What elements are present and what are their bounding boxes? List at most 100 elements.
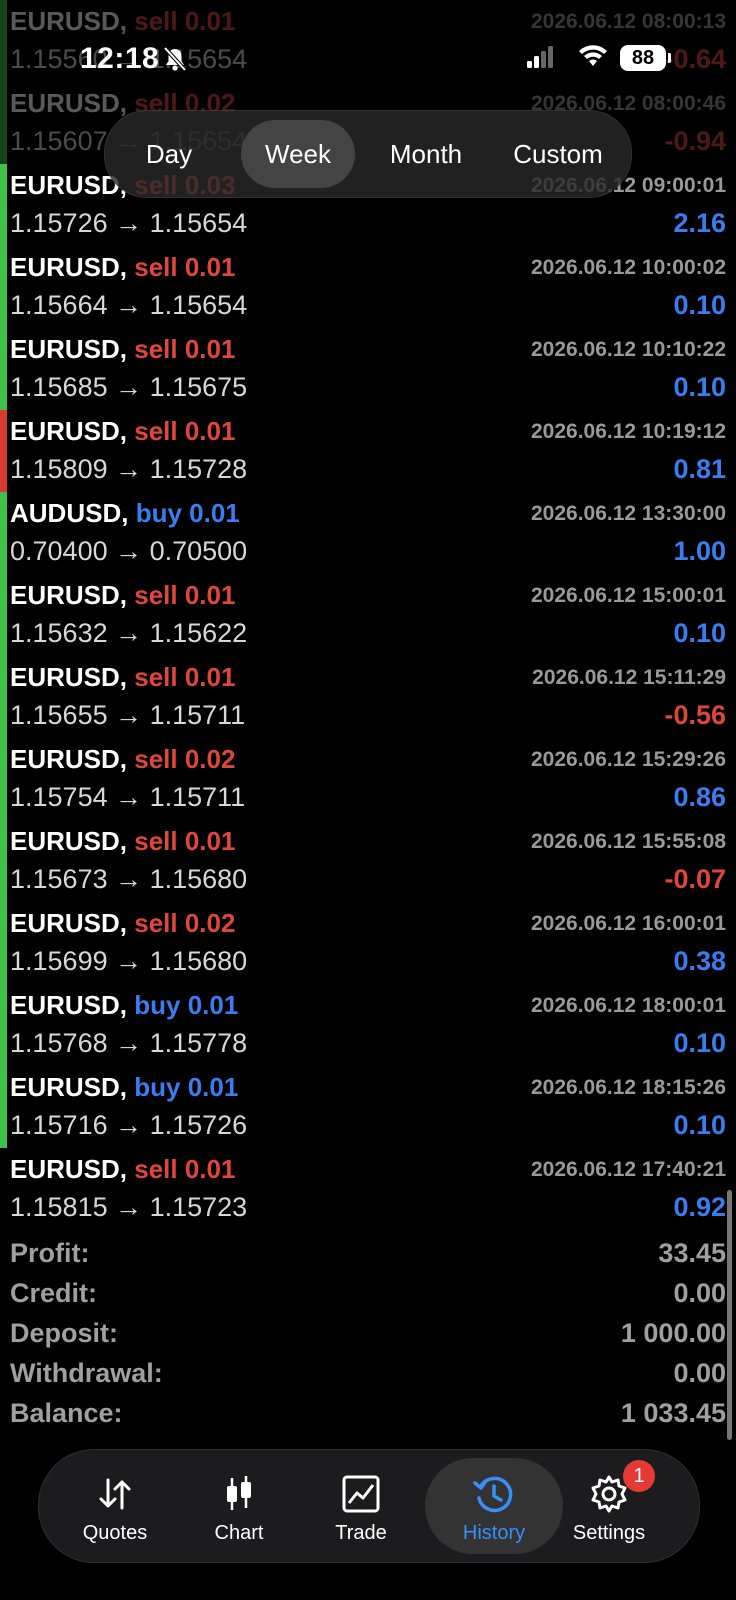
deal-symbol-name: EURUSD, [10,1154,128,1184]
deal-side: buy 0.01 [135,498,240,528]
deal-time: 2026.06.12 10:19:12 [531,420,726,443]
battery-cap [668,53,671,63]
summary-balance: Balance: 1 033.45 [0,1398,736,1438]
summary-value: 1 033.45 [620,1398,726,1428]
deal-symbol: EURUSD, buy 0.01 [10,990,238,1021]
summary-label: Balance: [10,1398,123,1428]
deal-side: sell 0.02 [134,908,236,938]
deal-symbol: EURUSD, sell 0.02 [10,908,235,939]
deal-symbol-name: EURUSD, [10,744,128,774]
deal-side-bar [0,984,7,1066]
deal-time: 2026.06.12 15:29:26 [531,748,726,771]
bottom-tab-bar[interactable]: Quotes Chart Trade History Settings 1 [38,1449,700,1563]
deal-row[interactable]: EURUSD, sell 0.01 2026.06.12 15:00:01 1.15… [0,574,736,656]
summary-label: Deposit: [10,1318,118,1348]
tab-chart[interactable]: Chart [179,1450,299,1562]
notification-badge: 1 [623,1460,655,1492]
history-clock-icon [425,1472,563,1516]
deal-row[interactable]: AUDUSD, buy 0.01 2026.06.12 13:30:00 0.704… [0,492,736,574]
summary-label: Profit: [10,1238,90,1268]
tab-label: Quotes [82,1522,148,1544]
deal-profit: 0.92 [673,1192,726,1222]
tab-history[interactable]: History [425,1458,563,1554]
tab-label: Settings [572,1522,646,1544]
deal-row[interactable]: EURUSD, sell 0.01 2026.06.12 10:00:02 1.15… [0,246,736,328]
summary-deposit: Deposit: 1 000.00 [0,1318,736,1358]
deal-prices: 1.15655 → 1.15711 [10,700,246,730]
deal-time: 2026.06.12 13:30:00 [531,502,726,525]
summary-credit: Credit: 0.00 [0,1278,736,1318]
deal-side-bar [0,492,7,574]
deal-row[interactable]: EURUSD, sell 0.02 2026.06.12 16:00:01 1.15… [0,902,736,984]
summary-value: 0.00 [673,1278,726,1308]
deal-time: 2026.06.12 15:11:29 [532,666,726,689]
deal-prices: 1.15809 → 1.15728 [10,454,248,484]
deal-profit: 0.10 [673,618,726,648]
deal-prices: 1.15632 → 1.15622 [10,618,248,648]
deal-profit: 2.16 [673,208,726,238]
cellular-signal-icon [527,46,553,73]
summary-label: Credit: [10,1278,97,1308]
deal-time: 2026.06.12 15:00:01 [531,584,726,607]
deal-symbol: EURUSD, sell 0.01 [10,826,235,857]
deal-symbol-name: EURUSD, [10,580,128,610]
deal-row[interactable]: EURUSD, sell 0.02 2026.06.12 15:29:26 1.15… [0,738,736,820]
deal-symbol: EURUSD, sell 0.01 [10,580,235,611]
deal-prices: 1.15673 → 1.15680 [10,864,248,894]
tab-week[interactable]: Week [241,120,355,188]
deal-side-bar [0,738,7,820]
trade-chart-icon [301,1472,421,1516]
deal-time: 2026.06.12 18:15:26 [531,1076,726,1099]
tab-month[interactable]: Month [375,120,477,188]
tab-label: History [462,1522,526,1544]
deal-time: 2026.06.12 10:10:22 [531,338,726,361]
deal-side: sell 0.01 [134,334,236,364]
tab-quotes[interactable]: Quotes [55,1450,175,1562]
deal-row[interactable]: EURUSD, sell 0.01 2026.06.12 10:10:22 1.15… [0,328,736,410]
deal-profit: 0.38 [673,946,726,976]
deal-profit: 0.86 [673,782,726,812]
deal-side: buy 0.01 [134,1072,239,1102]
deal-symbol-name: AUDUSD, [10,498,129,528]
period-selector[interactable]: Day Week Month Custom [104,110,632,198]
deal-time: 2026.06.12 16:00:01 [531,912,726,935]
deal-profit: 1.00 [673,536,726,566]
deal-side-bar [0,574,7,656]
battery-indicator: 88 [620,45,666,71]
deal-profit: 0.10 [673,1028,726,1058]
deal-side: sell 0.01 [134,580,236,610]
deal-row[interactable]: EURUSD, sell 0.01 2026.06.12 17:40:21 1.15… [0,1148,736,1230]
tab-trade[interactable]: Trade [301,1450,421,1562]
tab-day[interactable]: Day [119,120,219,188]
deal-row[interactable]: EURUSD, sell 0.01 2026.06.12 15:11:29 1.15… [0,656,736,738]
deal-side-bar [0,164,7,246]
summary-withdrawal: Withdrawal: 0.00 [0,1358,736,1398]
summary-value: 1 000.00 [620,1318,726,1348]
status-bar: 12:18 88 [0,0,736,118]
deal-side-bar [0,656,7,738]
deal-symbol: EURUSD, sell 0.01 [10,416,235,447]
deal-symbol: EURUSD, sell 0.02 [10,744,235,775]
deal-row[interactable]: EURUSD, buy 0.01 2026.06.12 18:15:26 1.157… [0,1066,736,1148]
deal-side-bar [0,328,7,410]
deal-symbol-name: EURUSD, [10,908,128,938]
summary-label: Withdrawal: [10,1358,163,1388]
deal-side-bar [0,902,7,984]
scrollbar[interactable] [727,1190,732,1440]
deal-profit: 0.10 [673,1110,726,1140]
deal-row[interactable]: EURUSD, sell 0.01 2026.06.12 10:19:12 1.15… [0,410,736,492]
deal-prices: 1.15815 → 1.15723 [10,1192,248,1222]
summary-value: 0.00 [673,1358,726,1388]
tab-settings[interactable]: Settings 1 [549,1450,669,1562]
deal-row[interactable]: EURUSD, buy 0.01 2026.06.12 18:00:01 1.157… [0,984,736,1066]
deal-row[interactable]: EURUSD, sell 0.01 2026.06.12 15:55:08 1.15… [0,820,736,902]
deal-symbol: EURUSD, sell 0.01 [10,252,235,283]
deal-time: 2026.06.12 18:00:01 [531,994,726,1017]
tab-custom[interactable]: Custom [497,120,619,188]
deal-symbol-name: EURUSD, [10,334,128,364]
deal-symbol: EURUSD, sell 0.01 [10,1154,235,1185]
deal-symbol-name: EURUSD, [10,252,128,282]
deal-prices: 1.15699 → 1.15680 [10,946,248,976]
deal-prices: 1.15768 → 1.15778 [10,1028,248,1058]
summary-value: 33.45 [658,1238,726,1268]
